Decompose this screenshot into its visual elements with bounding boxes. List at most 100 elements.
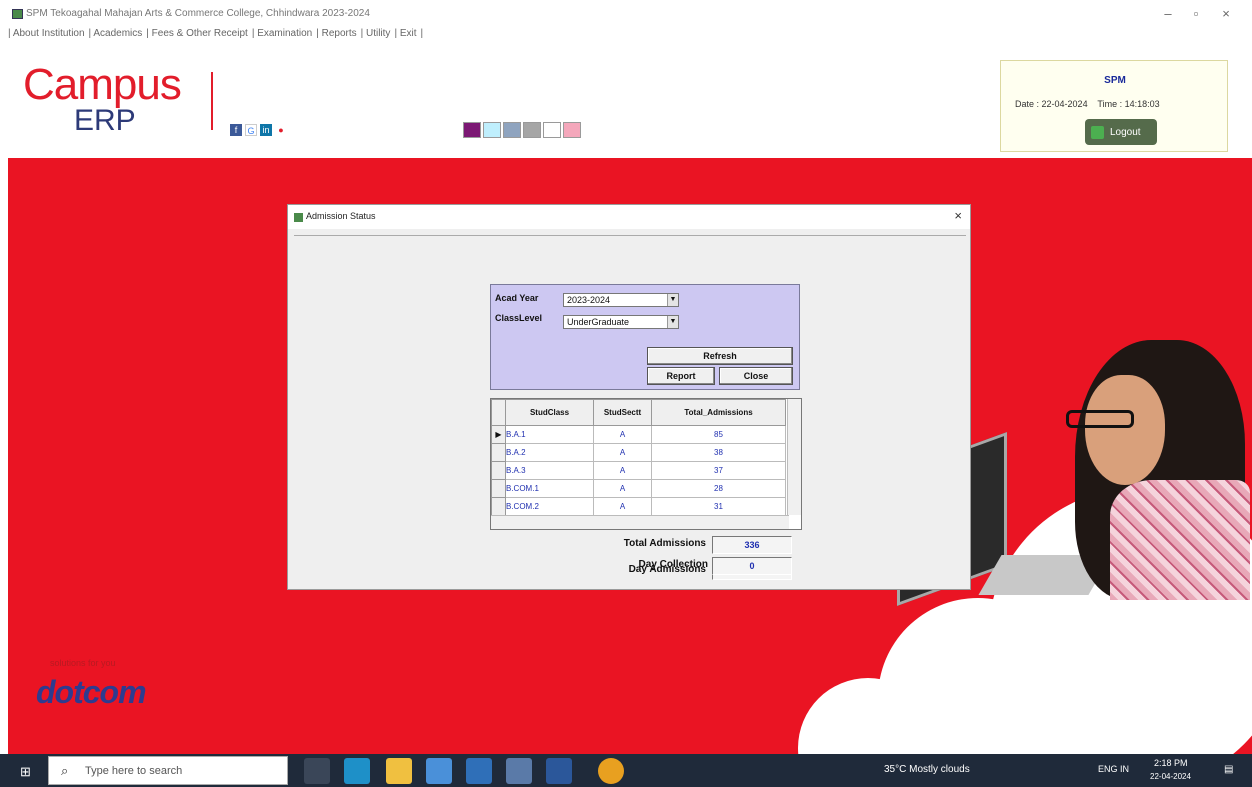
logo-campus: Campus [23, 60, 182, 109]
total-admissions-value: 336 [712, 536, 792, 554]
logout-icon [1091, 125, 1104, 139]
table-row[interactable]: B.COM.2 A 31 [491, 497, 786, 516]
language-indicator[interactable]: ENG IN [1098, 764, 1129, 774]
admissions-grid[interactable]: StudClass StudSectt Total_Admissions ▶ B… [490, 398, 802, 530]
table-row[interactable]: B.A.3 A 37 [491, 461, 786, 480]
cell-total[interactable]: 28 [651, 479, 786, 498]
admission-status-dialog: Admission Status × Acad Year 2023-2024 ▼… [287, 204, 971, 590]
menu-utility[interactable]: | Utility [361, 28, 391, 44]
chevron-down-icon[interactable]: ▼ [667, 316, 678, 328]
column-header-selector [491, 399, 506, 426]
linkedin-icon[interactable]: in [260, 124, 272, 136]
acad-year-select[interactable]: 2023-2024 ▼ [563, 293, 679, 307]
cell-section[interactable]: A [593, 443, 652, 462]
refresh-button[interactable]: Refresh [647, 347, 793, 365]
facebook-icon[interactable]: f [230, 124, 242, 136]
class-level-select[interactable]: UnderGraduate ▼ [563, 315, 679, 329]
word-icon[interactable] [546, 758, 572, 784]
taskbar-search-input[interactable]: ⌕ Type here to search [48, 756, 288, 785]
menu-exit[interactable]: | Exit [394, 28, 416, 44]
grid-horizontal-scrollbar[interactable] [491, 515, 789, 529]
logout-button[interactable]: Logout [1085, 119, 1157, 145]
cell-class[interactable]: B.A.1 [505, 425, 594, 444]
cell-section[interactable]: A [593, 479, 652, 498]
search-icon: ⌕ [61, 763, 69, 778]
acad-year-label: Acad Year [495, 293, 539, 303]
report-button[interactable]: Report [647, 367, 715, 385]
person-illustration-shirt [1110, 480, 1250, 600]
row-selector [491, 479, 506, 498]
task-view-icon[interactable] [304, 758, 330, 784]
social-links: f G in ● [230, 124, 287, 136]
notification-icon[interactable]: ▤ [1224, 764, 1233, 775]
pinterest-icon[interactable]: ● [275, 124, 287, 136]
theme-swatch-light-blue[interactable] [483, 122, 501, 138]
table-row[interactable]: ▶ B.A.1 A 85 [491, 425, 786, 444]
admissions-table: StudClass StudSectt Total_Admissions ▶ B… [491, 399, 786, 516]
file-explorer-icon[interactable] [386, 758, 412, 784]
menu-fees[interactable]: | Fees & Other Receipt [146, 28, 248, 44]
dialog-body: Acad Year 2023-2024 ▼ ClassLevel UnderGr… [294, 235, 966, 585]
menu-reports[interactable]: | Reports [316, 28, 356, 44]
cell-class[interactable]: B.COM.1 [505, 479, 594, 498]
mail-icon[interactable] [466, 758, 492, 784]
theme-swatch-gray[interactable] [523, 122, 541, 138]
theme-swatch-pink[interactable] [563, 122, 581, 138]
theme-swatch-purple[interactable] [463, 122, 481, 138]
person-illustration-glasses [1066, 410, 1134, 428]
dialog-app-icon [294, 213, 303, 222]
dialog-close-icon[interactable]: × [954, 208, 962, 223]
app-window: SPM Tekoagahal Mahajan Arts & Commerce C… [0, 0, 1252, 787]
table-header-row: StudClass StudSectt Total_Admissions [491, 399, 786, 426]
acad-year-value: 2023-2024 [567, 295, 611, 305]
cell-section[interactable]: A [593, 461, 652, 480]
theme-swatch-white[interactable] [543, 122, 561, 138]
app-icon-taskbar[interactable] [506, 758, 532, 784]
menu-examination[interactable]: | Examination [252, 28, 312, 44]
column-header-total-admissions[interactable]: Total_Admissions [651, 399, 786, 426]
menu-academics[interactable]: | Academics [89, 28, 143, 44]
close-dialog-button[interactable]: Close [719, 367, 793, 385]
taskbar: ⊞ ⌕ Type here to search 35°C Mostly clou… [0, 754, 1252, 787]
date-time: Date : 22-04-2024 Time : 14:18:03 [1015, 99, 1160, 109]
google-icon[interactable]: G [245, 124, 257, 136]
maximize-button[interactable]: ▫ [1186, 6, 1206, 21]
clock-date[interactable]: 22-04-2024 [1150, 772, 1191, 781]
table-row[interactable]: B.A.2 A 38 [491, 443, 786, 462]
menu-bar: | About Institution | Academics | Fees &… [8, 28, 423, 44]
menu-about[interactable]: | About Institution [8, 28, 85, 44]
cell-class[interactable]: B.COM.2 [505, 497, 594, 516]
cell-total[interactable]: 37 [651, 461, 786, 480]
row-pointer-icon: ▶ [491, 425, 506, 444]
search-placeholder: Type here to search [85, 765, 183, 777]
minimize-button[interactable]: – [1158, 6, 1178, 21]
filter-panel: Acad Year 2023-2024 ▼ ClassLevel UnderGr… [490, 284, 800, 390]
menu-separator: | [420, 28, 424, 39]
cell-class[interactable]: B.A.3 [505, 461, 594, 480]
table-row[interactable]: B.COM.1 A 28 [491, 479, 786, 498]
campus-erp-taskbar-icon[interactable] [598, 758, 624, 784]
column-header-studsectt[interactable]: StudSectt [593, 399, 652, 426]
cell-section[interactable]: A [593, 497, 652, 516]
close-button[interactable]: × [1216, 6, 1236, 21]
day-collection-value: 0 [712, 557, 792, 575]
class-level-value: UnderGraduate [567, 317, 630, 327]
chevron-down-icon[interactable]: ▼ [667, 294, 678, 306]
weather-text[interactable]: 35°C Mostly clouds [884, 764, 970, 775]
column-header-studclass[interactable]: StudClass [505, 399, 594, 426]
brand-tagline: solutions for you [50, 658, 116, 668]
windows-start-icon[interactable]: ⊞ [20, 764, 34, 779]
user-name: SPM [1104, 75, 1126, 86]
theme-swatch-steel[interactable] [503, 122, 521, 138]
cell-total[interactable]: 85 [651, 425, 786, 444]
class-level-label: ClassLevel [495, 313, 543, 323]
edge-browser-icon[interactable] [344, 758, 370, 784]
cell-total[interactable]: 38 [651, 443, 786, 462]
cell-total[interactable]: 31 [651, 497, 786, 516]
cell-class[interactable]: B.A.2 [505, 443, 594, 462]
grid-vertical-scrollbar[interactable] [787, 399, 801, 515]
store-icon[interactable] [426, 758, 452, 784]
clock-time[interactable]: 2:18 PM [1154, 758, 1188, 768]
cell-section[interactable]: A [593, 425, 652, 444]
user-info-box: SPM Date : 22-04-2024 Time : 14:18:03 Lo… [1000, 60, 1228, 152]
